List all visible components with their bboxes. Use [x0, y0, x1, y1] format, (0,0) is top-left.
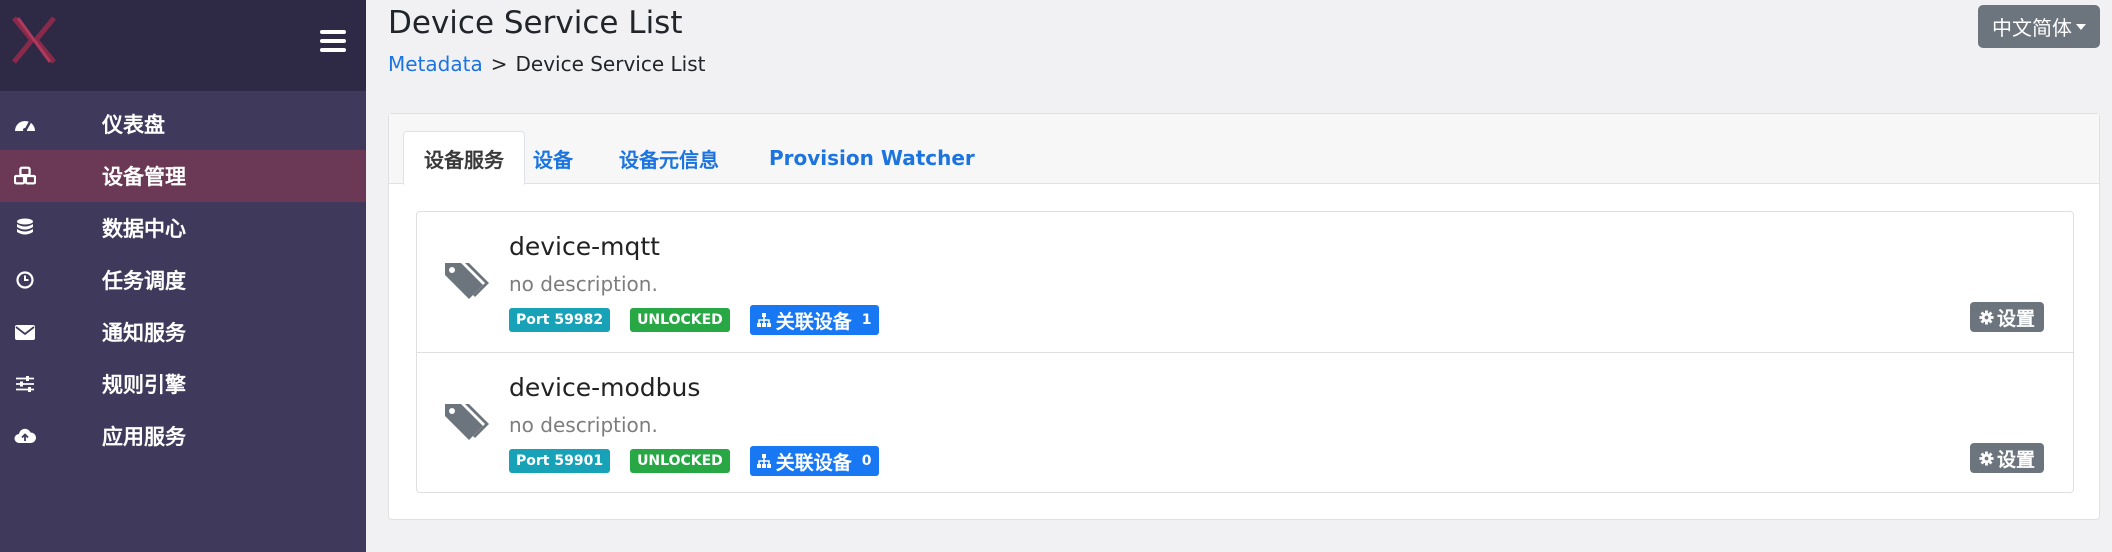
settings-label: 设置: [1996, 307, 2035, 330]
sidebar-item-label: 仪表盘: [102, 113, 165, 137]
sidebar-item-app-service[interactable]: 应用服务: [0, 410, 366, 462]
sidebar-item-data-center[interactable]: 数据中心: [0, 202, 366, 254]
list-item[interactable]: device-modbus no description. Port 59901…: [417, 352, 2073, 492]
tab-bar: 设备服务 设备 设备元信息 Provision Watcher: [389, 114, 2099, 185]
sidebar-item-task-scheduling[interactable]: 任务调度: [0, 254, 366, 306]
associated-devices-button[interactable]: 关联设备 1: [749, 305, 879, 335]
sitemap-icon: [756, 454, 771, 468]
sidebar-header: [0, 0, 366, 91]
page-title: Device Service List: [388, 5, 683, 41]
sidebar-item-label: 数据中心: [102, 217, 186, 241]
settings-button[interactable]: 设置: [1970, 302, 2044, 332]
associated-devices-label: 关联设备: [775, 310, 852, 333]
tab-device[interactable]: 设备: [513, 131, 593, 185]
service-badges: Port 59901 UNLOCKED 关联设备 0: [509, 446, 899, 476]
sidebar-item-label: 设备管理: [102, 165, 186, 189]
associated-devices-count: 1: [861, 312, 872, 328]
breadcrumb-current: Device Service List: [515, 52, 706, 76]
sidebar-item-label: 通知服务: [102, 321, 186, 345]
clock-icon: [14, 271, 36, 289]
language-dropdown-button[interactable]: 中文简体: [1978, 5, 2100, 48]
service-name[interactable]: device-mqtt: [509, 232, 660, 261]
language-label: 中文简体: [1992, 16, 2072, 40]
sitemap-icon: [756, 313, 771, 327]
tab-label: 设备服务: [424, 147, 504, 172]
settings-button[interactable]: 设置: [1970, 443, 2044, 473]
associated-devices-count: 0: [861, 453, 872, 469]
tab-label: Provision Watcher: [769, 146, 975, 170]
service-name[interactable]: device-modbus: [509, 373, 700, 402]
tab-provision-watcher[interactable]: Provision Watcher: [749, 131, 995, 185]
service-description: no description.: [509, 413, 658, 437]
status-badge: UNLOCKED: [630, 308, 730, 332]
service-description: no description.: [509, 272, 658, 296]
hamburger-icon[interactable]: [320, 30, 346, 52]
port-badge: Port 59901: [509, 449, 611, 473]
breadcrumb: Metadata > Device Service List: [388, 52, 705, 76]
sidebar-item-rule-engine[interactable]: 规则引擎: [0, 358, 366, 410]
tab-label: 设备: [533, 147, 573, 172]
breadcrumb-separator: >: [490, 52, 508, 76]
cloud-upload-icon: [14, 427, 36, 445]
caret-down-icon: [2076, 23, 2086, 30]
settings-label: 设置: [1996, 448, 2035, 471]
cubes-icon: [14, 166, 36, 185]
sidebar-item-dashboard[interactable]: 仪表盘: [0, 98, 366, 150]
associated-devices-button[interactable]: 关联设备 0: [749, 446, 879, 476]
tab-device-service[interactable]: 设备服务: [403, 131, 525, 185]
envelope-icon: [14, 323, 36, 341]
service-badges: Port 59982 UNLOCKED 关联设备 1: [509, 305, 899, 335]
associated-devices-label: 关联设备: [775, 451, 852, 474]
tab-label: 设备元信息: [619, 147, 719, 172]
device-service-card: 设备服务 设备 设备元信息 Provision Watcher device-m…: [388, 113, 2100, 520]
gear-icon: [1979, 309, 1994, 325]
sidebar-item-label: 应用服务: [102, 425, 186, 449]
sidebar: 仪表盘 设备管理 数据中心 任务调度 通知服务 规则引擎 应用服务: [0, 0, 366, 552]
port-badge: Port 59982: [509, 308, 611, 332]
tags-icon: [445, 263, 489, 299]
database-icon: [14, 218, 36, 237]
sliders-icon: [14, 375, 36, 393]
sidebar-item-device-management[interactable]: 设备管理: [0, 150, 366, 202]
sidebar-item-label: 规则引擎: [102, 373, 186, 397]
x-logo-icon[interactable]: [10, 14, 58, 66]
tab-device-profile[interactable]: 设备元信息: [599, 131, 739, 185]
dashboard-icon: [14, 115, 36, 133]
breadcrumb-metadata-link[interactable]: Metadata: [388, 52, 483, 76]
gear-icon: [1979, 450, 1994, 466]
service-list: device-mqtt no description. Port 59982 U…: [416, 211, 2074, 493]
status-badge: UNLOCKED: [630, 449, 730, 473]
sidebar-nav: 仪表盘 设备管理 数据中心 任务调度 通知服务 规则引擎 应用服务: [0, 91, 366, 462]
sidebar-item-label: 任务调度: [102, 269, 186, 293]
list-item[interactable]: device-mqtt no description. Port 59982 U…: [417, 212, 2073, 352]
tags-icon: [445, 404, 489, 440]
sidebar-item-notification[interactable]: 通知服务: [0, 306, 366, 358]
